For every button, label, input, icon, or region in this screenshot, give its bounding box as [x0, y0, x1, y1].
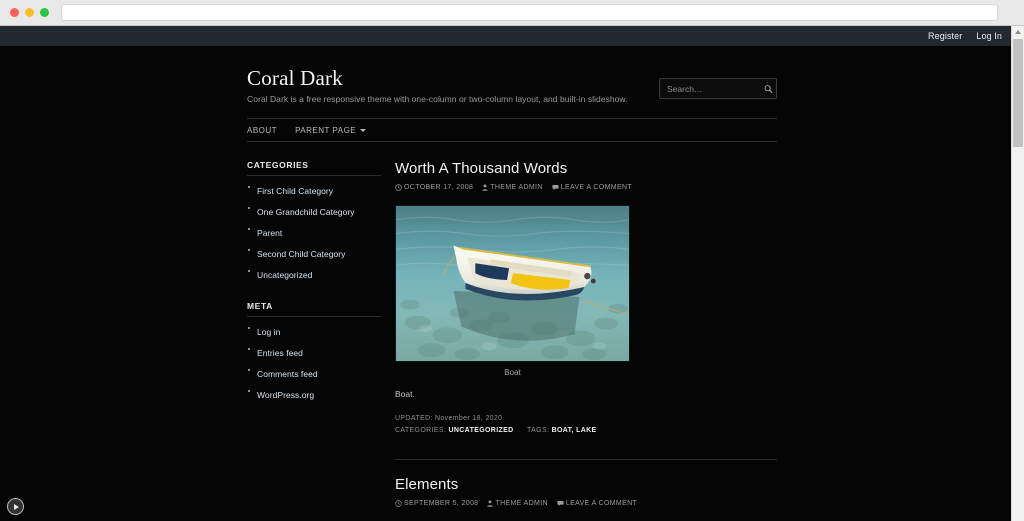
widget-categories-title: Categories	[247, 160, 381, 176]
content-container: Coral Dark Coral Dark is a free responsi…	[247, 46, 777, 521]
post-meta: October 17, 2008 Theme Admin	[395, 184, 777, 191]
login-link[interactable]: Log In	[976, 31, 1002, 41]
post-title[interactable]: Elements	[395, 476, 777, 493]
user-icon	[487, 500, 494, 507]
list-item: WordPress.org	[247, 385, 381, 403]
play-button[interactable]	[7, 498, 24, 515]
widget-categories: Categories First Child Category One Gran…	[247, 160, 381, 283]
nav-item-parent-page-label: Parent Page	[295, 126, 357, 135]
post-author-label: Theme Admin	[495, 499, 548, 507]
list-item: Second Child Category	[247, 244, 381, 262]
post-date-label: October 17, 2008	[404, 184, 474, 191]
page-viewport: Register Log In Coral Dark Coral Dark is…	[0, 26, 1024, 521]
scrollbar-thumb[interactable]	[1013, 39, 1023, 147]
post-meta: September 5, 2008 Theme Admin	[395, 500, 777, 507]
post-divider	[395, 458, 777, 460]
sidebar-link-uncategorized[interactable]: Uncategorized	[257, 270, 312, 280]
chevron-down-icon	[360, 129, 367, 132]
window-controls	[10, 8, 49, 17]
search-form	[659, 78, 777, 99]
post-comments-label: Leave a comment	[560, 184, 632, 191]
sidebar-link-second-child-category[interactable]: Second Child Category	[257, 249, 345, 259]
sidebar: Categories First Child Category One Gran…	[247, 160, 395, 521]
site-description: Coral Dark is a free responsive theme wi…	[247, 94, 628, 104]
categories-label: CATEGORIES:	[395, 426, 447, 434]
sidebar-link-comments-feed[interactable]: Comments feed	[257, 369, 318, 379]
list-item: Comments feed	[247, 364, 381, 382]
post-author[interactable]: Theme Admin	[482, 184, 542, 191]
main-content: Worth A Thousand Words October 17, 2008	[395, 160, 777, 521]
register-link[interactable]: Register	[928, 31, 962, 41]
address-bar[interactable]	[61, 4, 998, 21]
list-item: One Grandchild Category	[247, 202, 381, 220]
page-scrollbar[interactable]	[1011, 26, 1024, 521]
post-date[interactable]: September 5, 2008	[395, 500, 478, 507]
sidebar-link-wordpress-org[interactable]: WordPress.org	[257, 390, 314, 400]
post-author[interactable]: Theme Admin	[487, 499, 548, 507]
post-worth-a-thousand-words: Worth A Thousand Words October 17, 2008	[395, 160, 777, 437]
list-item: Log in	[247, 322, 381, 340]
maximize-window-button[interactable]	[40, 8, 49, 17]
search-icon	[764, 84, 773, 93]
taxonomy-row: CATEGORIES: Uncategorized TAGS: Boat, La…	[395, 425, 777, 437]
list-item: First Child Category	[247, 181, 381, 199]
clock-icon	[395, 184, 402, 191]
nav-item-parent-page[interactable]: Parent Page	[295, 126, 367, 135]
post-featured-image: Boat	[395, 205, 777, 377]
widget-meta: Meta Log in Entries feed Comments feed W…	[247, 301, 381, 403]
updated-row: UPDATED: November 18, 2020	[395, 413, 777, 425]
post-date[interactable]: October 17, 2008	[395, 184, 473, 191]
updated-label: UPDATED:	[395, 415, 433, 423]
post-title[interactable]: Worth A Thousand Words	[395, 160, 777, 177]
boat-photo[interactable]	[395, 205, 630, 362]
clock-icon	[395, 500, 402, 507]
list-item: Parent	[247, 223, 381, 241]
post-paragraph: Boat.	[395, 389, 415, 399]
admin-topbar: Register Log In	[0, 26, 1024, 46]
list-item: Entries feed	[247, 343, 381, 361]
search-submit-button[interactable]	[764, 84, 773, 93]
image-caption: Boat	[504, 368, 521, 377]
category-link-uncategorized[interactable]: Uncategorized	[448, 427, 513, 434]
site-title[interactable]: Coral Dark	[247, 66, 628, 91]
post-date-label: September 5, 2008	[404, 499, 479, 507]
entry-footer: UPDATED: November 18, 2020 CATEGORIES: U…	[395, 413, 777, 437]
meta-list: Log in Entries feed Comments feed WordPr…	[247, 322, 381, 403]
browser-chrome	[0, 0, 1024, 26]
post-body: Boat.	[395, 387, 777, 401]
primary-navigation: About Parent Page	[247, 118, 777, 142]
sidebar-link-parent[interactable]: Parent	[257, 228, 282, 238]
search-input[interactable]	[659, 78, 777, 99]
post-author-label: Theme Admin	[490, 184, 543, 191]
user-icon	[482, 184, 488, 191]
site-branding: Coral Dark Coral Dark is a free responsi…	[247, 64, 628, 104]
tag-links[interactable]: Boat, Lake	[552, 427, 597, 434]
content-layout: Categories First Child Category One Gran…	[247, 142, 777, 521]
widget-meta-title: Meta	[247, 301, 381, 317]
site-body: Coral Dark Coral Dark is a free responsi…	[0, 46, 1024, 521]
list-item: Uncategorized	[247, 265, 381, 283]
scrollbar-up-arrow-icon[interactable]	[1012, 26, 1024, 38]
sidebar-link-entries-feed[interactable]: Entries feed	[257, 348, 303, 358]
nav-item-about-label: About	[247, 126, 278, 135]
post-elements: Elements September 5, 2008	[395, 476, 777, 521]
post-comments-link[interactable]: Leave a comment	[552, 184, 632, 191]
sidebar-link-first-child-category[interactable]: First Child Category	[257, 186, 333, 196]
sidebar-link-log-in[interactable]: Log in	[257, 327, 280, 337]
sidebar-link-one-grandchild-category[interactable]: One Grandchild Category	[257, 207, 355, 217]
post-comments-link[interactable]: Leave a comment	[557, 500, 637, 507]
site-header: Coral Dark Coral Dark is a free responsi…	[247, 64, 777, 118]
post-comments-label: Leave a comment	[565, 499, 638, 507]
comment-icon	[552, 184, 559, 191]
updated-date: November 18, 2020	[434, 415, 503, 423]
comment-icon	[557, 500, 564, 507]
minimize-window-button[interactable]	[25, 8, 34, 17]
nav-item-about[interactable]: About	[247, 126, 277, 135]
categories-list: First Child Category One Grandchild Cate…	[247, 181, 381, 283]
tags-label: TAGS:	[527, 426, 550, 434]
close-window-button[interactable]	[10, 8, 19, 17]
